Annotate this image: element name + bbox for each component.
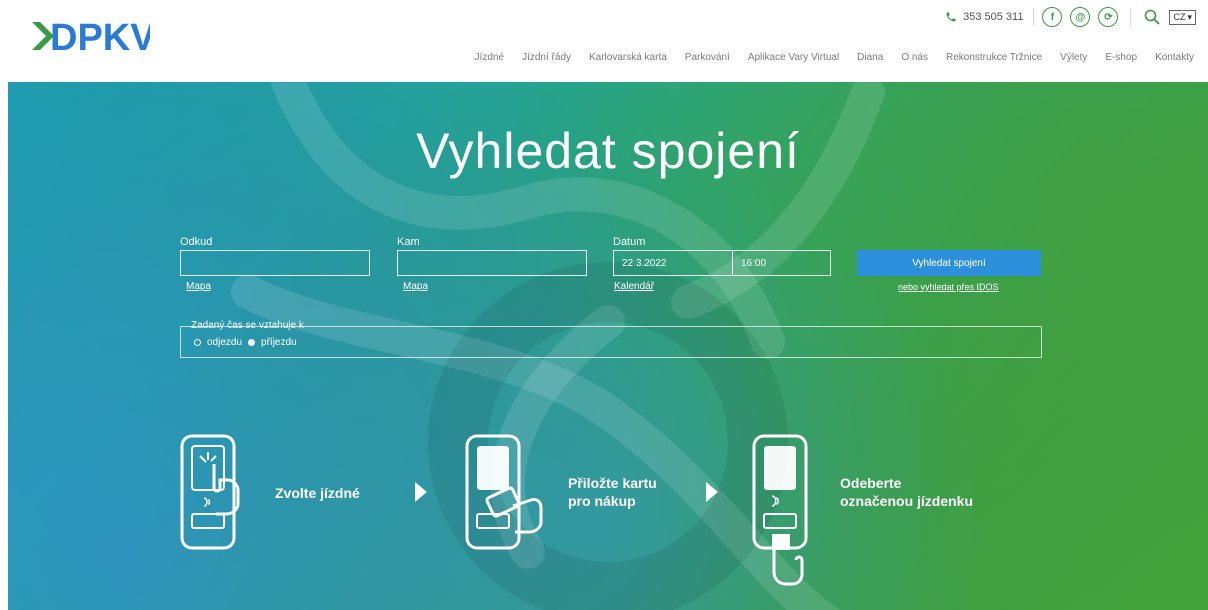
phone-number: 353 505 311: [963, 11, 1024, 23]
app-icon[interactable]: ⟳: [1098, 7, 1119, 27]
nav-item-diana[interactable]: Diana: [857, 52, 883, 63]
nav-item-jizdne[interactable]: Jízdné: [475, 52, 504, 63]
to-label: Kam: [397, 236, 420, 248]
time-reference-legend: Zadaný čas se vztahuje k: [191, 320, 304, 331]
main-navigation: Jízdné Jízdní řády Karlovarská karta Par…: [475, 52, 1194, 63]
search-icon[interactable]: [1143, 8, 1161, 26]
nav-item-vylety[interactable]: Výlety: [1060, 52, 1087, 63]
purchase-steps: Zvolte jízdné Přiložte kartu pro nákup O…: [8, 432, 1208, 610]
time-reference-options: odjezdu příjezdu: [194, 337, 297, 348]
radio-departure[interactable]: [194, 339, 201, 346]
nav-item-eshop[interactable]: E-shop: [1105, 52, 1137, 63]
phone-icon: [946, 12, 956, 22]
radio-arrival-label[interactable]: příjezdu: [261, 337, 297, 348]
time-value: 16:00: [741, 257, 767, 269]
facebook-icon[interactable]: f: [1042, 7, 1063, 27]
hero-search-section: Vyhledat spojení Odkud Mapa Kam Mapa Dat…: [8, 82, 1208, 610]
from-input[interactable]: [180, 250, 370, 276]
date-label: Datum: [613, 236, 646, 248]
nav-item-kontakty[interactable]: Kontakty: [1155, 52, 1194, 63]
divider: [1130, 8, 1132, 26]
language-select[interactable]: CZ ▾: [1169, 9, 1196, 25]
step-arrow-icon: [706, 482, 718, 502]
nav-item-karlovarska-karta[interactable]: Karlovarská karta: [589, 52, 667, 63]
top-utility-bar: 353 505 311 f @ ⟳ CZ ▾: [945, 6, 1196, 28]
nav-item-jizdni-rady[interactable]: Jízdní řády: [522, 52, 571, 63]
step-1-label: Zvolte jízdné: [275, 485, 360, 501]
to-map-link[interactable]: Mapa: [403, 281, 428, 292]
date-value: 22.3.2022: [622, 257, 667, 269]
nav-item-rekonstrukce[interactable]: Rekonstrukce Tržnice: [946, 52, 1042, 63]
step-2-label: Přiložte kartu pro nákup: [568, 475, 657, 509]
phone-contact[interactable]: 353 505 311: [945, 8, 1035, 26]
ticket-machine-card-icon: [465, 434, 543, 550]
chevron-down-icon: ▾: [1187, 11, 1192, 22]
time-input[interactable]: 16:00: [732, 250, 831, 276]
nav-item-aplikace[interactable]: Aplikace Vary Virtual: [748, 52, 839, 63]
from-map-link[interactable]: Mapa: [186, 281, 211, 292]
ticket-machine-collect-icon: [752, 434, 808, 586]
date-input[interactable]: 22.3.2022: [613, 250, 733, 276]
from-label: Odkud: [180, 236, 213, 248]
calendar-link[interactable]: Kalendář: [614, 281, 654, 292]
nav-item-parkovani[interactable]: Parkování: [685, 52, 730, 63]
step-3-label: Odeberte označenou jízdenku: [840, 475, 974, 509]
language-value: CZ: [1173, 12, 1186, 22]
ticket-machine-touch-icon: [180, 434, 240, 550]
nav-item-o-nas[interactable]: O nás: [901, 52, 928, 63]
page-title: Vyhledat spojení: [416, 123, 800, 179]
dpkv-logo[interactable]: DPKV: [30, 16, 150, 56]
time-reference-group: [180, 326, 1042, 358]
email-icon[interactable]: @: [1070, 7, 1091, 27]
step-arrow-icon: [415, 482, 427, 502]
search-connection-button[interactable]: Vyhledat spojení: [857, 250, 1041, 276]
idos-search-link[interactable]: nebo vyhledat přes IDOS: [898, 282, 999, 292]
radio-departure-label[interactable]: odjezdu: [207, 337, 242, 348]
to-input[interactable]: [397, 250, 587, 276]
site-header: DPKV 353 505 311 f @ ⟳ CZ ▾ Jízdné Jízdn…: [0, 0, 1208, 82]
svg-text:DPKV: DPKV: [50, 17, 150, 56]
radio-arrival[interactable]: [248, 339, 256, 346]
